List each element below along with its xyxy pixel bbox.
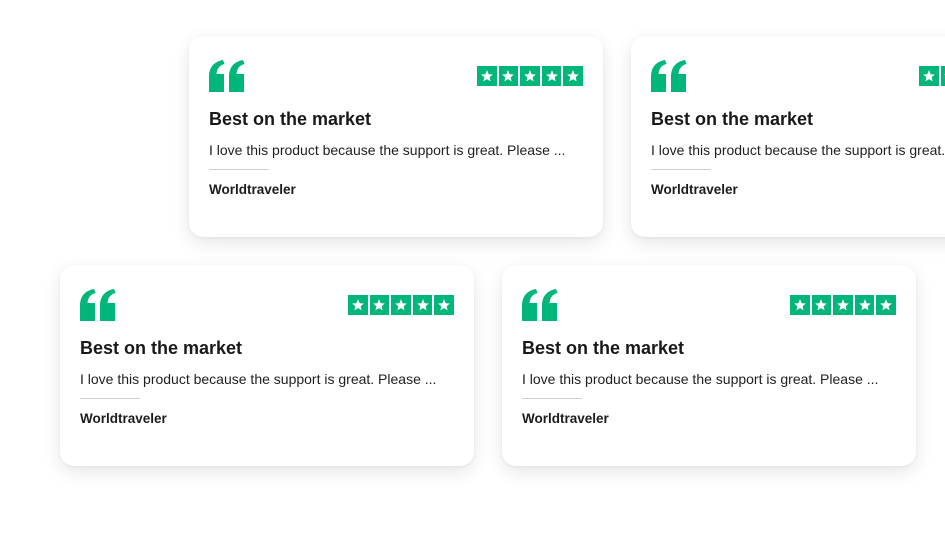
quote-icon	[651, 60, 687, 92]
star-rating	[790, 295, 896, 315]
review-card-header	[651, 60, 945, 92]
review-card: Best on the market I love this product b…	[60, 265, 474, 466]
review-text: I love this product because the support …	[80, 371, 437, 387]
review-author: Worldtraveler	[651, 182, 738, 197]
testimonials-section: Best on the market I love this product b…	[0, 0, 945, 550]
star-rating	[919, 66, 945, 86]
review-card-header	[209, 60, 583, 92]
divider	[651, 169, 711, 170]
star-icon	[940, 66, 945, 86]
star-icon	[520, 66, 540, 86]
quote-icon	[209, 60, 245, 92]
star-icon	[477, 66, 497, 86]
star-icon	[412, 295, 433, 315]
star-icon	[498, 66, 519, 86]
review-author: Worldtraveler	[522, 411, 609, 426]
star-icon	[563, 66, 583, 86]
review-title: Best on the market	[80, 338, 243, 358]
divider	[522, 398, 582, 399]
review-card: Best on the market I love this product b…	[189, 36, 603, 237]
star-rating	[348, 295, 454, 315]
review-card: Best on the market I love this product b…	[631, 36, 945, 237]
quote-icon	[80, 289, 116, 321]
review-card-header	[80, 289, 454, 321]
star-icon	[348, 295, 368, 315]
star-icon	[434, 295, 454, 315]
review-author: Worldtraveler	[209, 182, 296, 197]
review-text: I love this product because the support …	[209, 142, 566, 158]
review-card: Best on the market I love this product b…	[502, 265, 916, 466]
review-title: Best on the market	[651, 109, 814, 129]
review-text: I love this product because the support …	[522, 371, 879, 387]
review-title: Best on the market	[522, 338, 685, 358]
star-icon	[369, 295, 390, 315]
star-icon	[919, 66, 939, 86]
review-text: I love this product because the support …	[651, 142, 945, 158]
star-rating	[477, 66, 583, 86]
star-icon	[790, 295, 810, 315]
star-icon	[854, 295, 875, 315]
divider	[209, 169, 269, 170]
star-icon	[876, 295, 896, 315]
review-card-header	[522, 289, 896, 321]
review-title: Best on the market	[209, 109, 372, 129]
star-icon	[541, 66, 562, 86]
star-icon	[811, 295, 832, 315]
divider	[80, 398, 140, 399]
review-author: Worldtraveler	[80, 411, 167, 426]
star-icon	[391, 295, 411, 315]
quote-icon	[522, 289, 558, 321]
star-icon	[833, 295, 853, 315]
